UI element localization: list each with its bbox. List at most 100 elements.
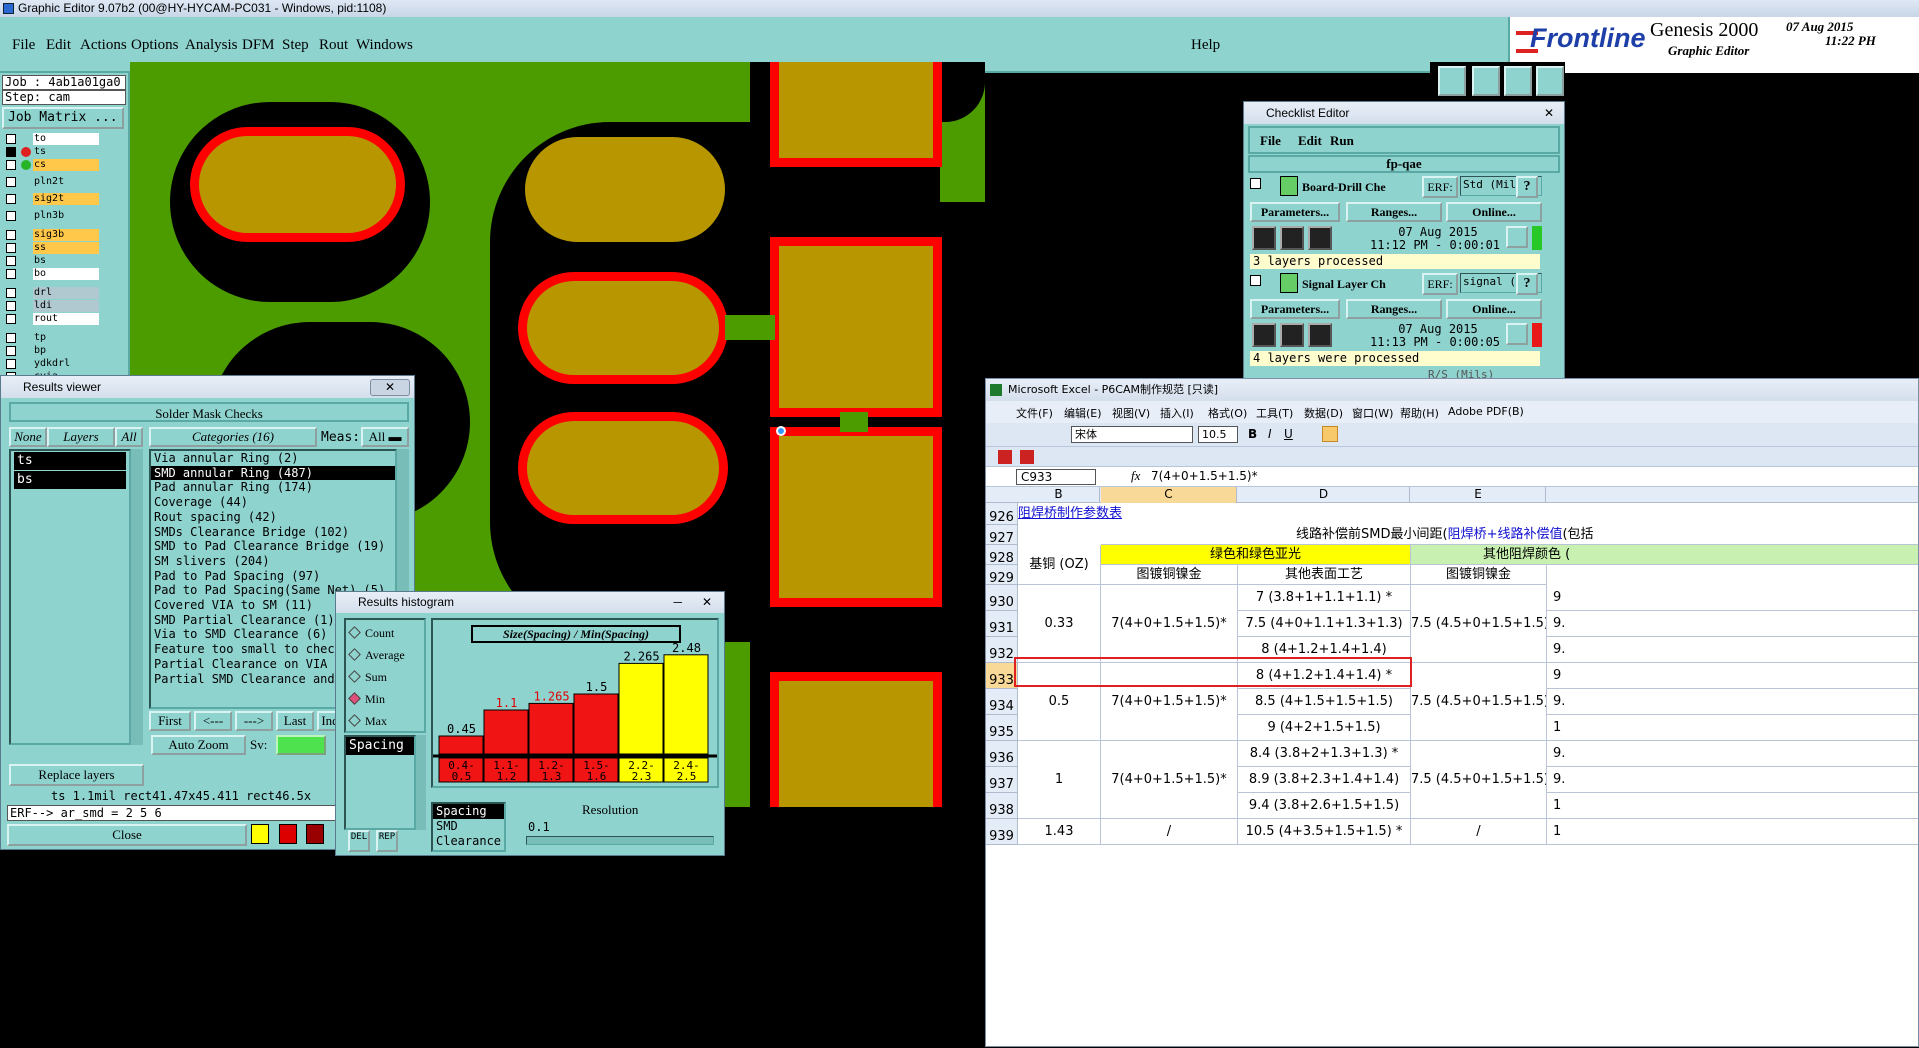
list-item[interactable]: ts [14,452,126,470]
col-header-d[interactable]: D [1238,487,1410,503]
all-button[interactable]: All [115,427,143,447]
row-header[interactable]: 931 [986,611,1018,637]
histogram-list[interactable]: Spacing [344,735,416,830]
layer-checkbox[interactable] [6,177,16,187]
layer-name[interactable]: to [33,133,99,145]
histogram-lower-list[interactable]: Spacing SMD Clearance [431,802,506,852]
online-button[interactable]: Online... [1446,299,1542,319]
layer-row[interactable]: sig2t [4,193,100,205]
layers-button[interactable]: Layers [47,427,115,447]
histogram-scrollbar[interactable] [416,735,426,830]
close-icon[interactable]: ✕ [702,592,712,612]
minimize-icon[interactable]: ─ [673,592,682,612]
sv-color-dropdown[interactable] [276,735,326,755]
layer-checkbox[interactable] [6,147,16,157]
name-box[interactable]: C933 [1016,469,1096,485]
category-item[interactable]: SM slivers (204) [151,554,395,569]
row-header[interactable]: 938 [986,793,1018,819]
parameters-button[interactable]: Parameters... [1250,202,1340,222]
sheet-cell[interactable]: 绿色和绿色亚光 [1101,545,1411,565]
tool-icon[interactable] [251,824,269,844]
sheet-cell[interactable]: 0.33 [1018,585,1101,663]
erf-button[interactable]: ERF: [1422,176,1458,198]
layer-name[interactable]: drl [33,287,99,299]
list-item[interactable]: SMD [433,819,504,834]
check-checkbox[interactable] [1250,275,1261,286]
row-header[interactable]: 926 [986,503,1018,525]
sheet-cell[interactable]: 其他阻焊颜色 ( [1411,545,1918,565]
run-icon[interactable] [1308,226,1332,250]
layer-name[interactable]: tp [33,332,99,344]
layer-name[interactable]: bp [33,345,99,357]
replace-layers-button[interactable]: Replace layers [9,764,144,786]
layer-row[interactable]: pln3b [4,210,100,222]
hist-option-sum[interactable]: Sum [348,670,387,688]
meas-dropdown[interactable]: All ▬ [361,427,409,447]
menu-edit[interactable]: Edit [46,37,71,54]
sheet-cell[interactable]: 1 [1547,793,1918,819]
ranges-button[interactable]: Ranges... [1346,299,1442,319]
row-header[interactable]: 928 [986,545,1018,566]
hist-bar[interactable] [618,662,664,755]
row-header[interactable]: 939 [986,819,1018,845]
check-checkbox[interactable] [1250,178,1261,189]
sheet-cell[interactable]: / [1411,819,1547,845]
resolution-slider[interactable] [526,836,714,845]
layer-checkbox[interactable] [6,346,16,356]
sheet-cell[interactable]: 9. [1547,689,1918,715]
layer-row[interactable]: bs [4,255,100,267]
auto-zoom-button[interactable]: Auto Zoom [151,735,246,755]
sheet-cell[interactable]: 9. [1547,741,1918,767]
sheet-cell[interactable]: 8.4 (3.8+2+1.3+1.3) * [1238,741,1411,767]
layer-row[interactable]: pln2t [4,176,100,188]
layer-name[interactable]: cs [33,159,99,171]
sheet-cell[interactable]: 9. [1547,767,1918,793]
del-button[interactable]: DEL [348,830,370,852]
run-icon[interactable] [1280,226,1304,250]
sheet-cell[interactable]: 1 [1547,819,1918,845]
help-button[interactable]: ? [1516,176,1538,198]
menu-file[interactable]: File [12,37,35,54]
close-icon[interactable]: ✕ [370,379,410,396]
pdf-icon[interactable] [998,450,1012,464]
layer-row[interactable]: to [4,133,100,145]
hist-bar[interactable] [573,693,619,755]
font-name-dropdown[interactable]: 宋体 [1071,426,1193,443]
sheet-cell[interactable]: 9 (4+2+1.5+1.5) [1238,715,1411,741]
hist-option-average[interactable]: Average [348,648,405,666]
row-header[interactable]: 929 [986,565,1018,586]
layer-row[interactable]: ldi [4,300,100,312]
sheet-cell[interactable]: 图镀铜镍金 [1411,565,1547,585]
layer-checkbox[interactable] [6,333,16,343]
layer-name[interactable]: ldi [33,300,99,312]
layer-list-scrollbar[interactable] [131,449,143,745]
layer-checkbox[interactable] [6,288,16,298]
layer-row[interactable]: ss [4,242,100,254]
layer-row[interactable]: bp [4,345,100,357]
job-matrix-button[interactable]: Job Matrix ... [2,107,124,129]
sheet-cell[interactable]: 其他表面工艺 [1238,565,1411,585]
layer-name[interactable]: ts [33,146,99,158]
nav-button-2[interactable]: ---> [235,711,273,731]
sheet-grid[interactable]: 926 927 928 929 930 931 932 933 934 935 936 937 938 9… [986,503,1918,1048]
sheet-cell[interactable]: 7.5 (4+0+1.1+1.3+1.3) [1238,611,1411,637]
zoom-icon[interactable] [1506,226,1528,248]
sheet-cell[interactable]: 7(4+0+1.5+1.5)* [1101,741,1238,819]
layer-checkbox[interactable] [6,359,16,369]
layer-row[interactable]: cs [4,159,100,171]
sheet-cell[interactable]: 8.5 (4+1.5+1.5+1.5) [1238,689,1411,715]
toolbar-icon[interactable] [1472,66,1500,96]
row-header[interactable]: 930 [986,585,1018,611]
layer-name[interactable]: bs [33,255,99,267]
run-icon[interactable] [1252,226,1276,250]
category-item[interactable]: Via annular Ring (2) [151,451,395,466]
sheet-cell[interactable]: 7 (3.8+1+1.1+1.1) * [1238,585,1411,611]
hist-bar[interactable] [663,654,709,755]
online-button[interactable]: Online... [1446,202,1542,222]
category-item[interactable]: Pad annular Ring (174) [151,480,395,495]
menu-rout[interactable]: Rout [319,37,348,54]
layer-checkbox[interactable] [6,194,16,204]
hist-bar[interactable] [483,709,529,755]
sheet-cell[interactable]: 基铜 (OZ) [1018,545,1101,585]
nav-button-3[interactable]: Last [276,711,314,731]
